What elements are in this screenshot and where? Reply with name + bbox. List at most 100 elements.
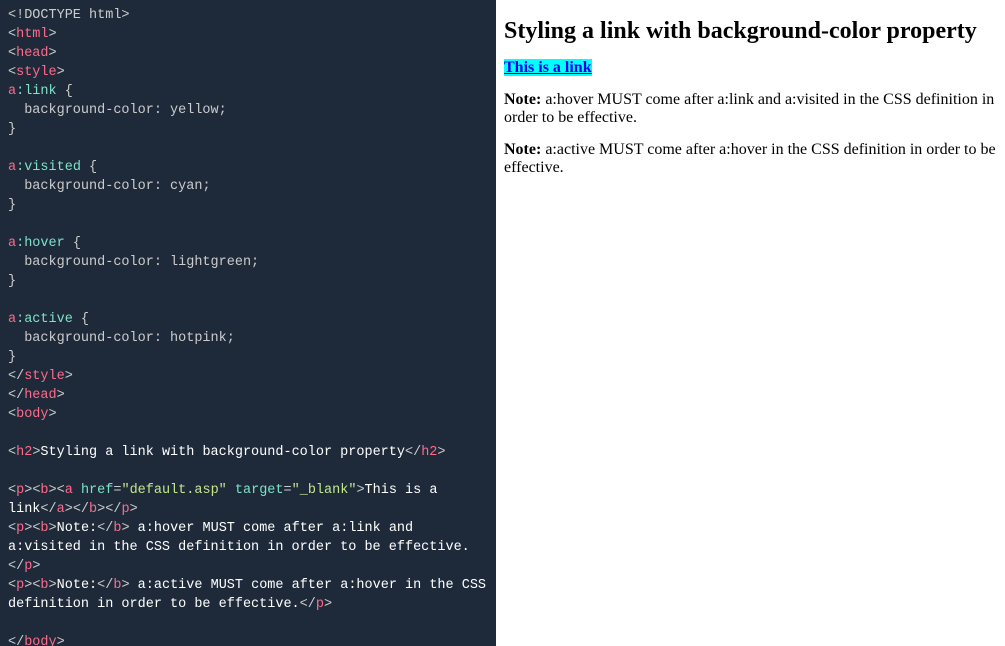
preview-note-2: Note: a:active MUST come after a:hover i… — [504, 141, 997, 177]
code-token: </ — [8, 388, 24, 403]
preview-link[interactable]: This is a link — [504, 59, 592, 76]
code-token: a — [8, 160, 16, 175]
code-token: </ — [405, 445, 421, 460]
code-token: </ — [8, 369, 24, 384]
code-token: > — [57, 635, 65, 646]
code-token: style — [16, 65, 57, 80]
code-token: p — [16, 578, 24, 593]
code-token: > — [49, 46, 57, 61]
code-token: lightgreen — [170, 255, 251, 270]
note-label: Note: — [504, 91, 541, 108]
code-token: >< — [24, 521, 40, 536]
code-token: >< — [24, 578, 40, 593]
code-token: : — [154, 103, 170, 118]
code-token: </ — [8, 559, 24, 574]
code-token: :link — [16, 84, 57, 99]
code-editor-panel[interactable]: <!DOCTYPE html> <html> <head> <style> a:… — [0, 0, 496, 646]
code-token: > — [57, 65, 65, 80]
code-token: head — [16, 46, 48, 61]
code-token: a — [8, 236, 16, 251]
code-token: ; — [219, 103, 227, 118]
code-token: > — [324, 597, 332, 612]
code-token: < — [8, 407, 16, 422]
code-token: Note: — [57, 521, 98, 536]
code-token: </ — [97, 521, 113, 536]
code-token: html — [16, 27, 48, 42]
code-token: background-color — [8, 179, 154, 194]
code-token: </ — [97, 578, 113, 593]
code-token: p — [16, 483, 24, 498]
code-token: } — [8, 350, 16, 365]
code-token: b — [40, 578, 48, 593]
code-token: head — [24, 388, 56, 403]
code-token: cyan — [170, 179, 202, 194]
preview-heading: Styling a link with background-color pro… — [504, 18, 997, 45]
code-token: > — [356, 483, 364, 498]
code-token: p — [16, 521, 24, 536]
code-token: > — [57, 388, 65, 403]
code-token: >< — [49, 483, 65, 498]
code-token: a — [8, 312, 16, 327]
code-token: > — [49, 578, 57, 593]
code-token: >< — [24, 483, 40, 498]
code-token: > — [437, 445, 445, 460]
code-token: h2 — [16, 445, 32, 460]
code-token: > — [49, 27, 57, 42]
code-token: } — [8, 198, 16, 213]
code-token: < — [8, 445, 16, 460]
code-token: hotpink — [170, 331, 227, 346]
code-token: h2 — [421, 445, 437, 460]
code-token: <! — [8, 8, 24, 23]
code-token: Styling a link with background-color pro… — [40, 445, 405, 460]
code-token: style — [24, 369, 65, 384]
code-token: = — [284, 483, 292, 498]
preview-link-paragraph: This is a link — [504, 59, 997, 77]
code-token: Note: — [57, 578, 98, 593]
code-token: : — [154, 255, 170, 270]
note-label: Note: — [504, 141, 541, 158]
code-token: :active — [16, 312, 73, 327]
code-token: : — [154, 331, 170, 346]
code-token: ></ — [97, 502, 121, 517]
code-token: a — [8, 84, 16, 99]
code-token: background-color — [8, 103, 154, 118]
note-text: a:active MUST come after a:hover in the … — [504, 141, 996, 176]
code-token: p — [316, 597, 324, 612]
code-token: target — [227, 483, 284, 498]
code-token: { — [81, 160, 97, 175]
code-token: < — [8, 65, 16, 80]
code-token: < — [8, 27, 16, 42]
code-token: ; — [227, 331, 235, 346]
code-token: : — [154, 179, 170, 194]
code-token: ; — [202, 179, 210, 194]
code-token: > — [121, 8, 129, 23]
code-token: < — [8, 578, 16, 593]
note-text: a:hover MUST come after a:link and a:vis… — [504, 91, 994, 126]
preview-panel: Styling a link with background-color pro… — [496, 0, 1005, 646]
preview-note-1: Note: a:hover MUST come after a:link and… — [504, 91, 997, 127]
code-token: :hover — [16, 236, 65, 251]
code-token: > — [130, 502, 138, 517]
code-token: { — [73, 312, 89, 327]
code-token: < — [8, 46, 16, 61]
code-token: > — [49, 407, 57, 422]
code-token: < — [8, 483, 16, 498]
code-token: b — [40, 521, 48, 536]
code-token: p — [121, 502, 129, 517]
code-token: ; — [251, 255, 259, 270]
code-token: b — [89, 502, 97, 517]
code-token: body — [16, 407, 48, 422]
code-token: href — [73, 483, 114, 498]
code-token: > — [32, 559, 40, 574]
code-token: } — [8, 274, 16, 289]
code-token: </ — [300, 597, 316, 612]
code-token: </ — [40, 502, 56, 517]
code-token: yellow — [170, 103, 219, 118]
code-token: background-color — [8, 331, 154, 346]
code-token: b — [40, 483, 48, 498]
code-token: { — [57, 84, 73, 99]
code-token: a — [57, 502, 65, 517]
code-token: body — [24, 635, 56, 646]
code-token: a — [65, 483, 73, 498]
code-token: > — [49, 521, 57, 536]
